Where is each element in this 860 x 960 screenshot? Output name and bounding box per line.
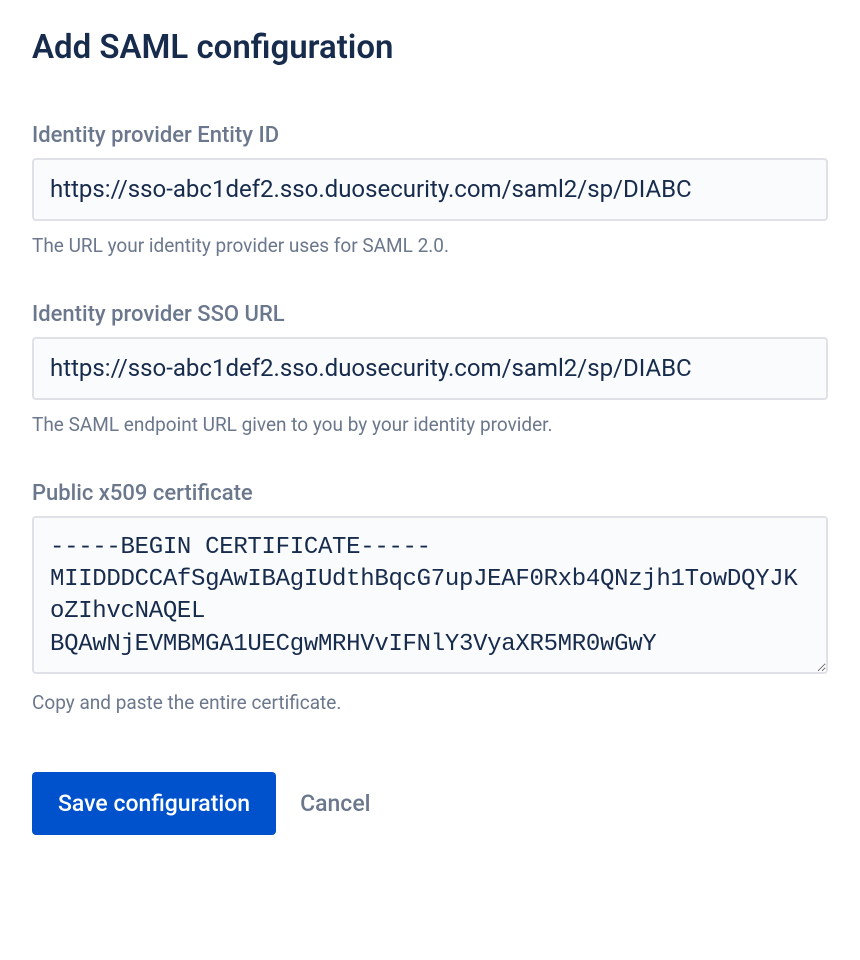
certificate-textarea[interactable]: -----BEGIN CERTIFICATE----- MIIDDDCCAfSg… [32,516,828,674]
entity-id-field-group: Identity provider Entity ID The URL your… [32,123,828,260]
save-button[interactable]: Save configuration [32,772,276,835]
entity-id-help: The URL your identity provider uses for … [32,233,828,260]
entity-id-input[interactable] [32,158,828,221]
sso-url-help: The SAML endpoint URL given to you by yo… [32,412,828,439]
certificate-label: Public x509 certificate [32,481,828,506]
entity-id-label: Identity provider Entity ID [32,123,828,148]
button-row: Save configuration Cancel [32,772,828,835]
sso-url-input[interactable] [32,337,828,400]
certificate-help: Copy and paste the entire certificate. [32,690,828,717]
sso-url-field-group: Identity provider SSO URL The SAML endpo… [32,302,828,439]
cancel-button[interactable]: Cancel [300,790,370,817]
sso-url-label: Identity provider SSO URL [32,302,828,327]
certificate-field-group: Public x509 certificate -----BEGIN CERTI… [32,481,828,717]
page-title: Add SAML configuration [32,28,828,67]
